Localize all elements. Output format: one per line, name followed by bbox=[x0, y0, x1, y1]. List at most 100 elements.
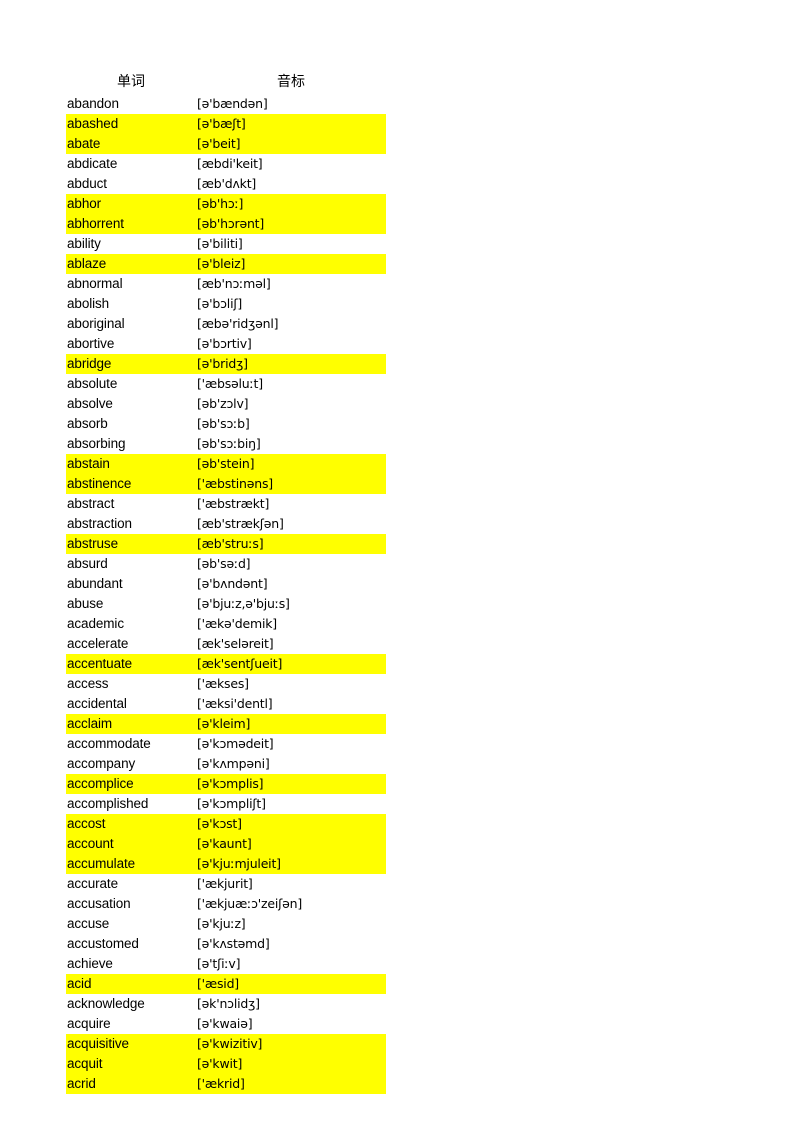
cell-word: accomplice bbox=[66, 774, 196, 794]
cell-ipa: [ə'bjuːz,ə'bjuːs] bbox=[197, 596, 290, 611]
cell-word: academic bbox=[67, 616, 124, 631]
table-row: abhor [əb'hɔː] bbox=[66, 194, 386, 214]
cell-word: abridge bbox=[66, 354, 196, 374]
table-row: absorb [əb'sɔːb] bbox=[66, 414, 386, 434]
table-row: academic ['ækə'demik] bbox=[66, 614, 386, 634]
cell-word: accusation bbox=[67, 896, 131, 911]
cell-ipa: ['æsid] bbox=[196, 974, 386, 994]
cell-word: accompany bbox=[67, 756, 136, 771]
table-row: accompany [ə'kʌmpəni] bbox=[66, 754, 386, 774]
cell-word: account bbox=[66, 834, 196, 854]
table-row: achieve [ə'tʃiːv] bbox=[66, 954, 386, 974]
cell-ipa: [ə'kjuːmjuleit] bbox=[196, 854, 386, 874]
table-row: abstraction [æb'strækʃən] bbox=[66, 514, 386, 534]
cell-word: abortive bbox=[67, 336, 115, 351]
cell-word: abstruse bbox=[66, 534, 196, 554]
cell-word: abhorrent bbox=[66, 214, 196, 234]
cell-word: abstract bbox=[67, 496, 115, 511]
cell-word: absurd bbox=[67, 556, 108, 571]
cell-word: abnormal bbox=[67, 276, 123, 291]
cell-word: abolish bbox=[67, 296, 110, 311]
cell-word: accidental bbox=[67, 696, 127, 711]
cell-word: abduct bbox=[67, 176, 107, 191]
cell-ipa: [ək'nɔlidʒ] bbox=[197, 996, 260, 1011]
cell-word: abandon bbox=[67, 96, 119, 111]
cell-ipa: ['æbsəluːt] bbox=[197, 376, 263, 391]
table-row: abate [ə'beit] bbox=[66, 134, 386, 154]
cell-word: accuse bbox=[67, 916, 110, 931]
cell-ipa: [æk'seləreit] bbox=[197, 636, 274, 651]
cell-word: abhor bbox=[66, 194, 196, 214]
cell-word: ability bbox=[67, 236, 101, 251]
cell-word: abate bbox=[66, 134, 196, 154]
table-row: accelerate [æk'seləreit] bbox=[66, 634, 386, 654]
table-row: ability [ə'biliti] bbox=[66, 234, 386, 254]
cell-word: absorbing bbox=[67, 436, 126, 451]
cell-ipa: [ə'bɔrtiv] bbox=[197, 336, 252, 351]
table-row: acid ['æsid] bbox=[66, 974, 386, 994]
cell-ipa: [ə'kɔmplis] bbox=[196, 774, 386, 794]
cell-word: abuse bbox=[67, 596, 104, 611]
cell-word: abashed bbox=[66, 114, 196, 134]
table-row: abortive [ə'bɔrtiv] bbox=[66, 334, 386, 354]
cell-word: absolve bbox=[67, 396, 113, 411]
cell-ipa: ['ækjuæːɔ'zeiʃən] bbox=[197, 896, 303, 911]
cell-ipa: [ə'tʃiːv] bbox=[197, 956, 241, 971]
table-header: 单词 音标 bbox=[66, 70, 386, 94]
cell-word: accurate bbox=[67, 876, 118, 891]
cell-ipa: ['ækrid] bbox=[196, 1074, 386, 1094]
table-row: abstract ['æbstrækt] bbox=[66, 494, 386, 514]
cell-ipa: [ə'bʌndənt] bbox=[197, 576, 268, 591]
cell-ipa: [ə'beit] bbox=[196, 134, 386, 154]
cell-word: accommodate bbox=[67, 736, 151, 751]
table-row: abashed [ə'bæʃt] bbox=[66, 114, 386, 134]
cell-ipa: [ə'bæʃt] bbox=[196, 114, 386, 134]
cell-word: acquire bbox=[67, 1016, 111, 1031]
cell-ipa: [ə'kjuːz] bbox=[197, 916, 246, 931]
cell-ipa: [ə'kʌstəmd] bbox=[197, 936, 270, 951]
cell-ipa: [əb'sɔːb] bbox=[197, 416, 250, 431]
table-row: accomplished [ə'kɔmpliʃt] bbox=[66, 794, 386, 814]
table-row: aboriginal [æbə'ridʒənl] bbox=[66, 314, 386, 334]
page-canvas: 单词 音标 abandon [ə'bændən] abashed [ə'bæʃt] ab… bbox=[0, 0, 793, 1122]
cell-ipa: [ə'kleim] bbox=[196, 714, 386, 734]
table-row: abstinence ['æbstinəns] bbox=[66, 474, 386, 494]
cell-ipa: [əb'səːd] bbox=[197, 556, 251, 571]
cell-word: acquit bbox=[66, 1054, 196, 1074]
cell-ipa: ['æksi'dentl] bbox=[197, 696, 273, 711]
table-row: abdicate [æbdi'keit] bbox=[66, 154, 386, 174]
cell-word: ablaze bbox=[66, 254, 196, 274]
cell-word: abdicate bbox=[67, 156, 118, 171]
table-row: accurate ['ækjurit] bbox=[66, 874, 386, 894]
cell-ipa: [ə'kaunt] bbox=[196, 834, 386, 854]
cell-word: acquisitive bbox=[66, 1034, 196, 1054]
cell-word: accumulate bbox=[66, 854, 196, 874]
table-row: abstruse [æb'struːs] bbox=[66, 534, 386, 554]
cell-ipa: ['æbstrækt] bbox=[197, 496, 270, 511]
cell-ipa: [ə'kwizitiv] bbox=[196, 1034, 386, 1054]
cell-ipa: [ə'bleiz] bbox=[196, 254, 386, 274]
table-row: accost [ə'kɔst] bbox=[66, 814, 386, 834]
table-row: accumulate [ə'kjuːmjuleit] bbox=[66, 854, 386, 874]
table-row: accommodate [ə'kɔmədeit] bbox=[66, 734, 386, 754]
column-header-ipa: 音标 bbox=[196, 70, 386, 94]
cell-word: accomplished bbox=[67, 796, 149, 811]
cell-ipa: [ə'bændən] bbox=[197, 96, 268, 111]
cell-ipa: [ə'bɔliʃ] bbox=[197, 296, 243, 311]
cell-ipa: [ə'bridʒ] bbox=[196, 354, 386, 374]
cell-ipa: [əb'zɔlv] bbox=[197, 396, 249, 411]
table-row: acknowledge [ək'nɔlidʒ] bbox=[66, 994, 386, 1014]
table-row: acquit [ə'kwit] bbox=[66, 1054, 386, 1074]
cell-word: acid bbox=[66, 974, 196, 994]
table-row: abolish [ə'bɔliʃ] bbox=[66, 294, 386, 314]
cell-word: acclaim bbox=[66, 714, 196, 734]
cell-word: abstain bbox=[66, 454, 196, 474]
cell-ipa: [əb'sɔːbiŋ] bbox=[197, 436, 261, 451]
table-row: abundant [ə'bʌndənt] bbox=[66, 574, 386, 594]
cell-ipa: [ə'kɔst] bbox=[196, 814, 386, 834]
cell-word: absolute bbox=[67, 376, 118, 391]
table-row: absurd [əb'səːd] bbox=[66, 554, 386, 574]
cell-ipa: [əb'stein] bbox=[196, 454, 386, 474]
cell-word: absorb bbox=[67, 416, 108, 431]
cell-ipa: [ə'biliti] bbox=[197, 236, 243, 251]
